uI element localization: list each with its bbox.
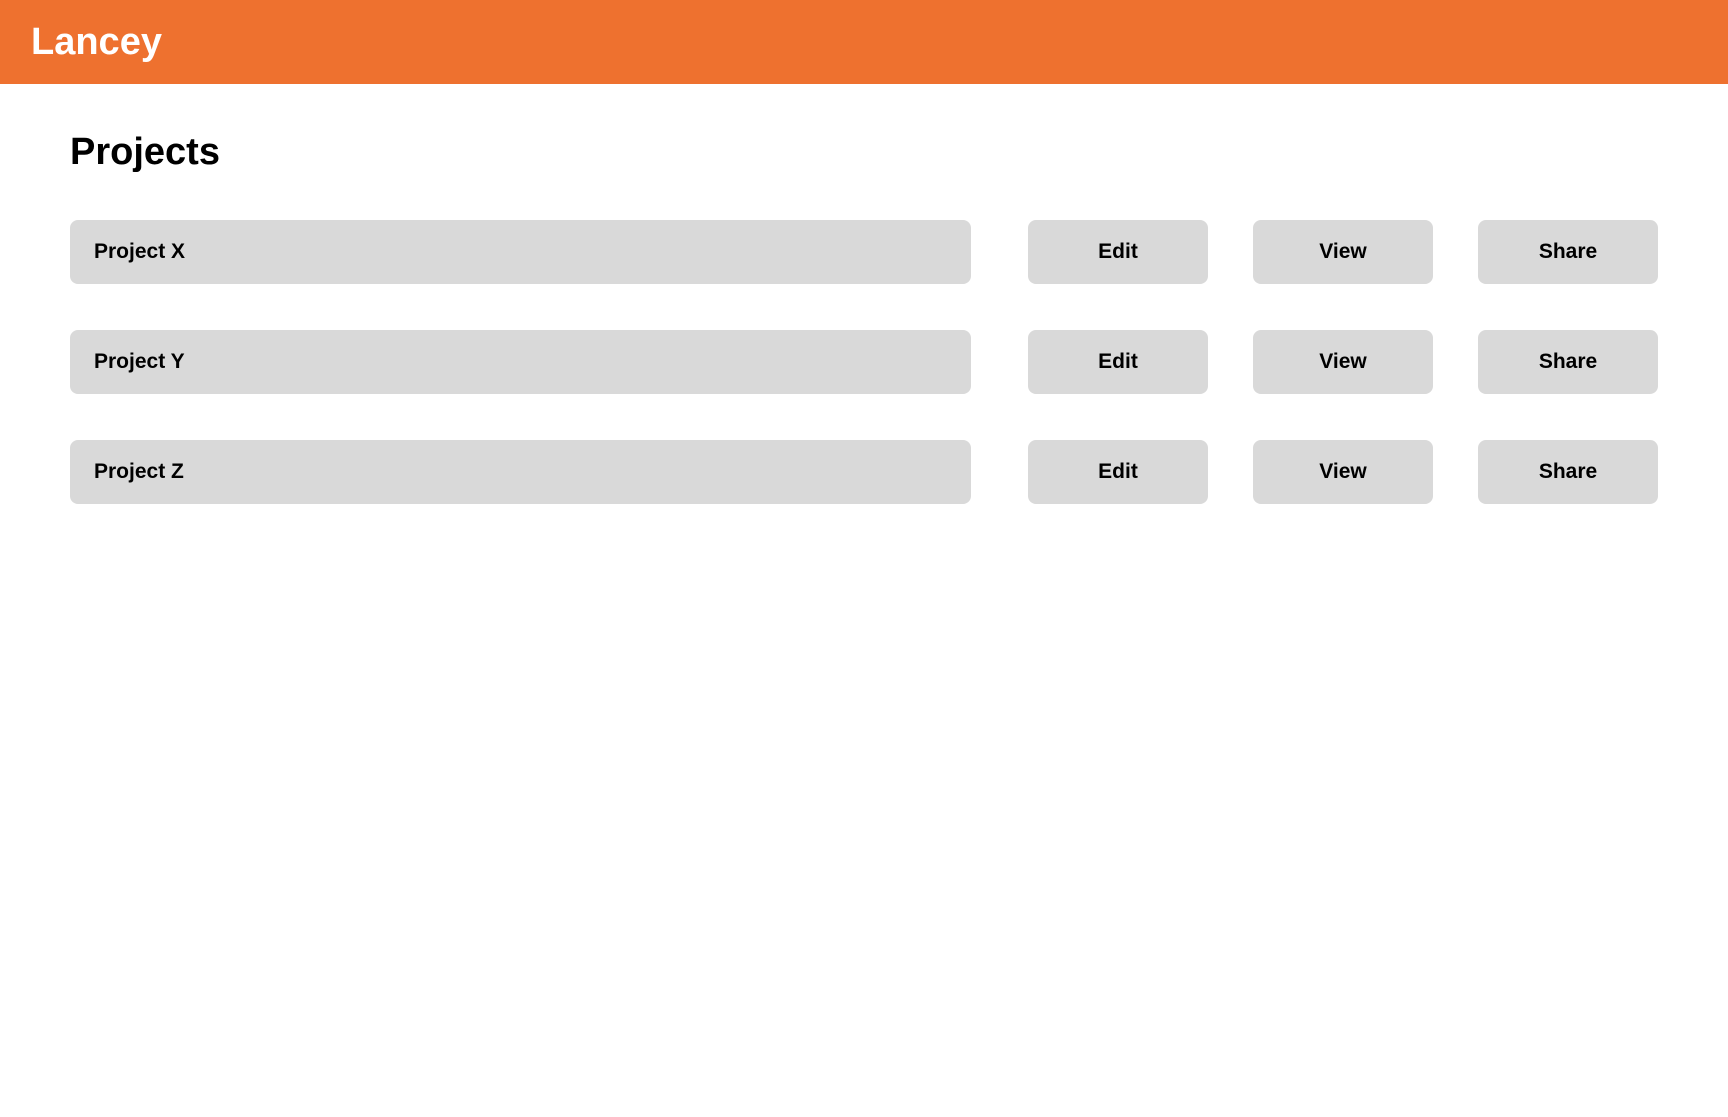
view-button[interactable]: View bbox=[1253, 330, 1433, 394]
project-name[interactable]: Project X bbox=[70, 220, 971, 284]
share-button[interactable]: Share bbox=[1478, 330, 1658, 394]
view-button[interactable]: View bbox=[1253, 440, 1433, 504]
view-button[interactable]: View bbox=[1253, 220, 1433, 284]
edit-button[interactable]: Edit bbox=[1028, 440, 1208, 504]
project-list: Project X Edit View Share Project Y Edit… bbox=[70, 220, 1658, 550]
page-title: Projects bbox=[70, 131, 220, 173]
edit-button[interactable]: Edit bbox=[1028, 220, 1208, 284]
edit-button[interactable]: Edit bbox=[1028, 330, 1208, 394]
app-header: Lancey bbox=[0, 0, 1728, 84]
share-button[interactable]: Share bbox=[1478, 220, 1658, 284]
project-row: Project X Edit View Share bbox=[70, 220, 1658, 284]
project-row: Project Y Edit View Share bbox=[70, 330, 1658, 394]
brand-logo-text[interactable]: Lancey bbox=[31, 20, 162, 64]
share-button[interactable]: Share bbox=[1478, 440, 1658, 504]
project-row: Project Z Edit View Share bbox=[70, 440, 1658, 504]
project-name[interactable]: Project Z bbox=[70, 440, 971, 504]
project-name[interactable]: Project Y bbox=[70, 330, 971, 394]
